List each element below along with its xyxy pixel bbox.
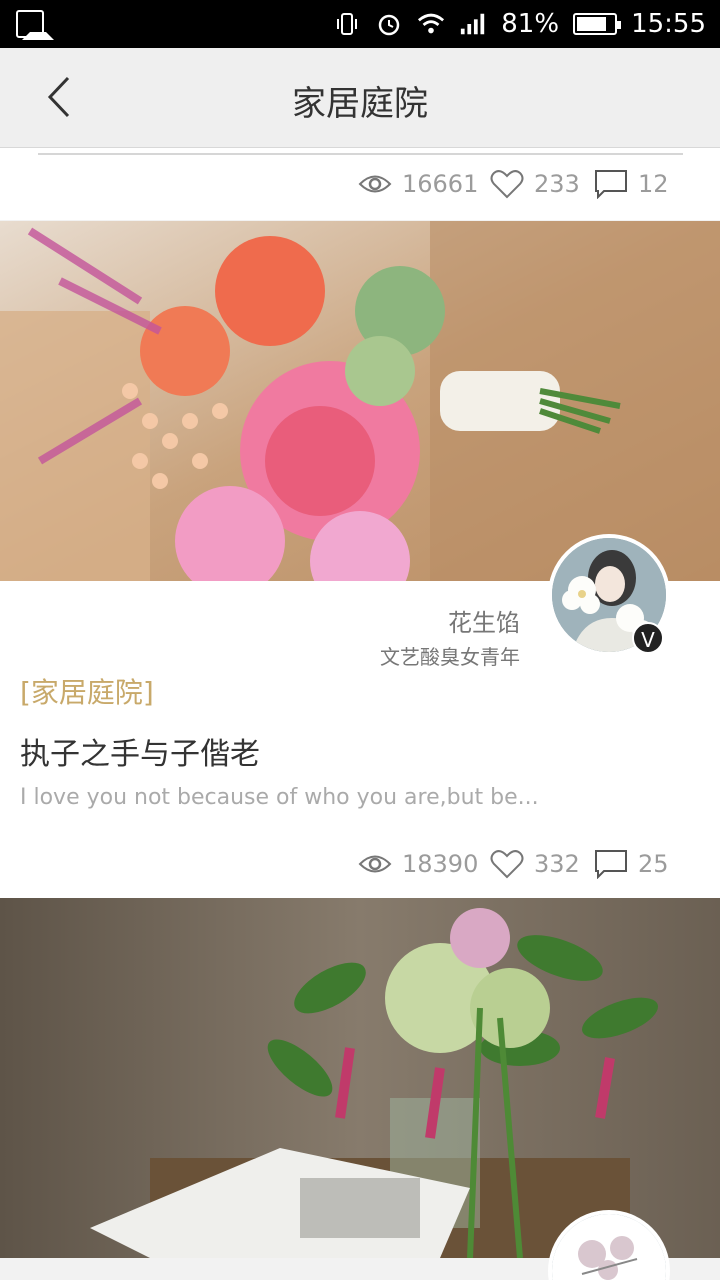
article-title[interactable]: 执子之手与子偕老 <box>20 729 260 773</box>
likes-stat[interactable]: 332 <box>490 828 580 900</box>
card-stats: 16661 233 12 <box>0 148 720 220</box>
gallery-icon <box>16 10 54 40</box>
app-bar: 家居庭院 <box>0 48 720 148</box>
views-stat: 18390 <box>358 828 478 900</box>
comments-count: 12 <box>638 170 669 198</box>
page-title: 家居庭院 <box>292 84 428 124</box>
heart-icon <box>490 850 524 879</box>
status-bar: 81% 15:55 <box>0 0 720 48</box>
article-image[interactable] <box>0 898 720 1258</box>
eye-icon <box>358 855 392 873</box>
wifi-icon <box>417 10 445 38</box>
battery-icon <box>573 13 622 35</box>
comments-stat[interactable]: 12 <box>594 148 669 220</box>
battery-percent: 81% <box>501 9 560 39</box>
comments-stat[interactable]: 25 <box>594 828 669 900</box>
views-count: 16661 <box>402 170 479 198</box>
avatar-illustration <box>552 1214 666 1280</box>
clock: 15:55 <box>631 9 706 39</box>
feed: 16661 233 12 花生馅 文艺酸臭女青年 [家居庭院] 执子之手与子偕老… <box>0 148 720 1280</box>
views-count: 18390 <box>402 850 479 878</box>
likes-stat[interactable]: 233 <box>490 148 580 220</box>
flower-vase-image <box>0 898 720 1258</box>
battery-fill <box>577 17 607 31</box>
author-name[interactable]: 花生馅 <box>448 603 520 638</box>
bouquet-image <box>0 221 720 581</box>
comments-count: 25 <box>638 850 669 878</box>
verified-badge: V <box>632 622 664 654</box>
eye-icon <box>358 175 392 193</box>
likes-count: 332 <box>534 850 580 878</box>
alarm-icon <box>375 10 403 38</box>
article-image[interactable] <box>0 221 720 581</box>
views-stat: 16661 <box>358 148 478 220</box>
status-right: 81% 15:55 <box>333 0 706 48</box>
likes-count: 233 <box>534 170 580 198</box>
article-excerpt: I love you not because of who you are,bu… <box>20 785 539 810</box>
author-tagline: 文艺酸臭女青年 <box>380 645 520 669</box>
vibrate-icon <box>333 10 361 38</box>
signal-icon <box>459 10 487 38</box>
category-tag[interactable]: [家居庭院] <box>20 671 154 711</box>
card-stats: 18390 332 25 <box>0 828 720 900</box>
comment-icon <box>595 850 627 879</box>
heart-icon <box>490 170 524 199</box>
comment-icon <box>595 170 627 199</box>
